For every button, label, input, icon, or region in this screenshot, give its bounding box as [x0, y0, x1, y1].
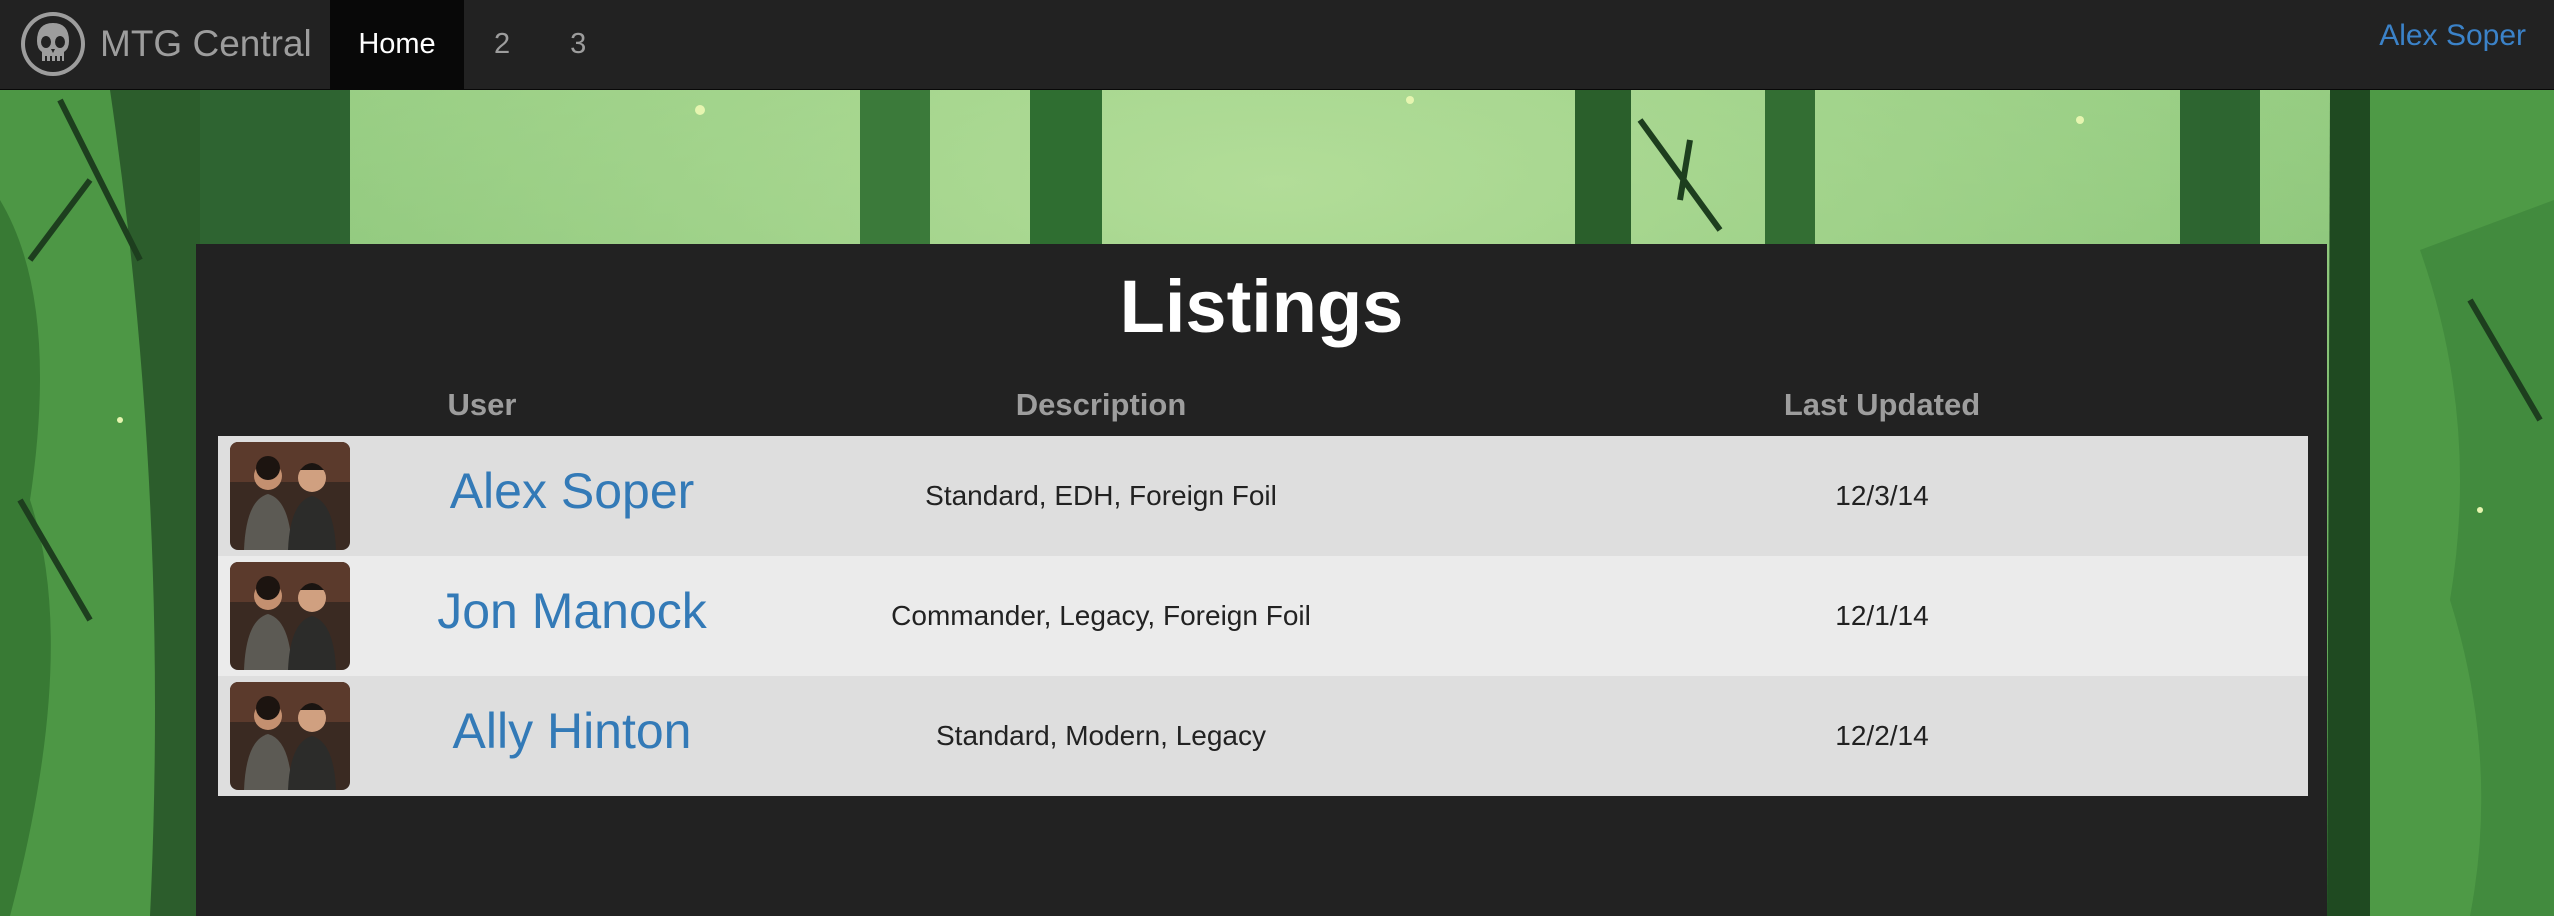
- last-updated-cell: 12/3/14: [1456, 436, 2308, 556]
- nav-item-2[interactable]: 2: [464, 0, 540, 89]
- user-name-link[interactable]: Alex Soper: [450, 462, 695, 520]
- table-header-row: User Description Last Updated: [218, 374, 2308, 436]
- skull-icon: [21, 12, 85, 76]
- avatar[interactable]: [230, 442, 350, 550]
- table-row: Jon Manock Commander, Legacy, Foreign Fo…: [218, 556, 2308, 676]
- brand[interactable]: MTG Central: [20, 8, 312, 80]
- description-cell: Commander, Legacy, Foreign Foil: [746, 556, 1456, 676]
- description-cell: Standard, EDH, Foreign Foil: [746, 436, 1456, 556]
- description-cell: Standard, Modern, Legacy: [746, 676, 1456, 796]
- brand-name: MTG Central: [100, 23, 312, 64]
- column-header-last-updated: Last Updated: [1783, 387, 1981, 422]
- nav-tabs: Home 2 3: [330, 0, 616, 89]
- last-updated-cell: 12/2/14: [1456, 676, 2308, 796]
- listings-table-wrap: User Description Last Updated Alex Soper…: [218, 374, 2308, 796]
- listings-panel: Listings User Description Last Updated A…: [196, 244, 2327, 916]
- user-cell: Jon Manock: [398, 556, 746, 676]
- listings-table: User Description Last Updated Alex Soper…: [218, 374, 2308, 796]
- top-navbar: MTG Central Home 2 3 Alex Soper: [0, 0, 2554, 90]
- user-name-link[interactable]: Jon Manock: [437, 582, 707, 640]
- avatar-cell: [218, 436, 398, 556]
- page: MTG Central Home 2 3 Alex Soper Listings: [0, 0, 2554, 916]
- current-user-link[interactable]: Alex Soper: [2379, 0, 2526, 72]
- page-title: Listings: [1119, 265, 1404, 348]
- avatar-cell: [218, 676, 398, 796]
- nav-item-3[interactable]: 3: [540, 0, 616, 89]
- last-updated-cell: 12/1/14: [1456, 556, 2308, 676]
- avatar[interactable]: [230, 562, 350, 670]
- user-cell: Alex Soper: [398, 436, 746, 556]
- user-name-link[interactable]: Ally Hinton: [453, 702, 692, 760]
- user-cell: Ally Hinton: [398, 676, 746, 796]
- nav-item-home[interactable]: Home: [330, 0, 464, 89]
- table-row: Alex Soper Standard, EDH, Foreign Foil 1…: [218, 436, 2308, 556]
- table-row: Ally Hinton Standard, Modern, Legacy 12/…: [218, 676, 2308, 796]
- column-header-user: User: [447, 387, 517, 422]
- avatar-cell: [218, 556, 398, 676]
- avatar[interactable]: [230, 682, 350, 790]
- column-header-description: Description: [1015, 387, 1187, 422]
